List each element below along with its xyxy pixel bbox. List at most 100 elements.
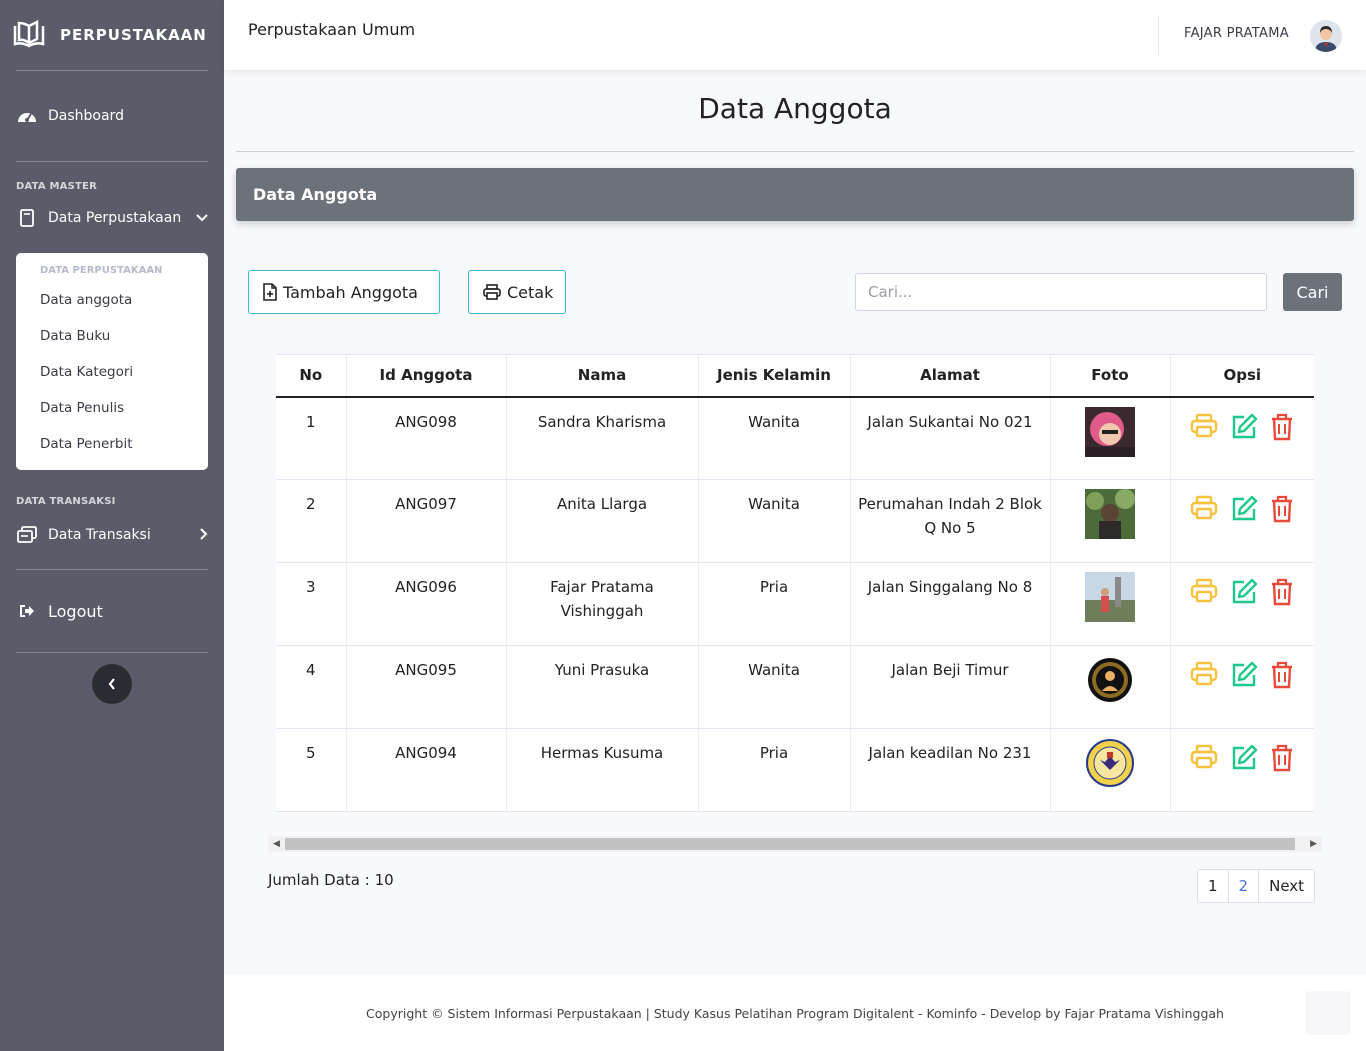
member-photo[interactable] bbox=[1085, 655, 1135, 705]
member-gender: Wanita bbox=[697, 479, 850, 563]
scroll-to-top-button[interactable] bbox=[1306, 991, 1350, 1035]
submenu-item-data-penulis[interactable]: Data Penulis bbox=[16, 390, 208, 426]
table-row: 3 ANG096 Fajar Pratama Vishinggah Pria Jalan… bbox=[276, 562, 1314, 646]
row-actions bbox=[1169, 645, 1314, 729]
add-member-button[interactable]: Tambah Anggota bbox=[248, 270, 440, 314]
member-name: Hermas Kusuma bbox=[505, 728, 698, 812]
page-2[interactable]: 2 bbox=[1227, 870, 1259, 902]
scrollbar-thumb[interactable] bbox=[285, 838, 1295, 850]
sidebar-toggle-button[interactable] bbox=[92, 664, 132, 704]
card-header: Data Anggota bbox=[236, 168, 1354, 221]
submenu-heading: DATA PERPUSTAKAAN bbox=[40, 265, 163, 276]
submenu-item-data-anggota[interactable]: Data anggota bbox=[16, 282, 208, 318]
sign-out-icon bbox=[16, 601, 38, 621]
table-row: 4 ANG095 Yuni Prasuka Wanita Jalan Beji Timu… bbox=[276, 645, 1314, 729]
print-row-button[interactable] bbox=[1190, 495, 1218, 523]
member-id: ANG095 bbox=[345, 645, 506, 729]
column-header[interactable]: Jenis Kelamin bbox=[697, 354, 850, 398]
member-photo-cell bbox=[1049, 396, 1170, 480]
sidebar-item-label: Data Perpustakaan bbox=[48, 210, 182, 226]
printer-icon bbox=[1191, 744, 1218, 769]
delete-row-button[interactable] bbox=[1270, 744, 1294, 772]
submenu-item-data-penerbit[interactable]: Data Penerbit bbox=[16, 426, 208, 462]
row-number: 2 bbox=[276, 479, 346, 563]
member-name: Fajar Pratama Vishinggah bbox=[505, 562, 698, 646]
member-photo-cell bbox=[1049, 562, 1170, 646]
sidebar-heading-master: DATA MASTER bbox=[16, 181, 97, 192]
sidebar-item-dashboard[interactable]: Dashboard bbox=[0, 71, 224, 161]
submenu-item-data-buku[interactable]: Data Buku bbox=[16, 318, 208, 354]
edit-row-button[interactable] bbox=[1230, 495, 1258, 523]
table-row: 5 ANG094 Hermas Kusuma Pria Jalan keadilan N… bbox=[276, 728, 1314, 812]
table-row: 2 ANG097 Anita Llarga Wanita Perumahan Indah… bbox=[276, 479, 1314, 563]
brand-name: PERPUSTAKAAN bbox=[60, 26, 207, 44]
member-photo[interactable] bbox=[1085, 406, 1135, 457]
member-photo-cell bbox=[1049, 479, 1170, 563]
trash-icon bbox=[1272, 495, 1293, 523]
column-header[interactable]: No bbox=[276, 354, 346, 398]
row-number: 4 bbox=[276, 645, 346, 729]
row-actions bbox=[1169, 479, 1314, 563]
row-number: 1 bbox=[276, 396, 346, 480]
member-name: Yuni Prasuka bbox=[505, 645, 698, 729]
row-number: 5 bbox=[276, 728, 346, 812]
column-header[interactable]: Nama bbox=[505, 354, 698, 398]
book-icon bbox=[16, 208, 38, 228]
print-row-button[interactable] bbox=[1190, 578, 1218, 606]
sidebar-item-label: Data Transaksi bbox=[48, 527, 151, 543]
page-title: Data Anggota bbox=[698, 92, 892, 125]
row-actions bbox=[1169, 396, 1314, 480]
sidebar-item-data-transaksi[interactable]: Data Transaksi bbox=[0, 507, 224, 563]
member-address: Jalan Sukantai No 021 bbox=[849, 396, 1050, 480]
chevron-right-icon bbox=[200, 527, 208, 543]
member-photo[interactable] bbox=[1085, 738, 1135, 788]
sidebar-item-label: Dashboard bbox=[48, 108, 124, 124]
table-row: 1 ANG098 Sandra Kharisma Wanita Jalan Sukant… bbox=[276, 396, 1314, 480]
scroll-left-arrow-icon[interactable]: ◀ bbox=[273, 839, 280, 849]
transaction-icon bbox=[16, 525, 38, 545]
horizontal-scrollbar[interactable]: ◀ ▶ bbox=[268, 836, 1322, 852]
member-gender: Wanita bbox=[697, 645, 850, 729]
brand[interactable]: PERPUSTAKAAN bbox=[0, 0, 224, 70]
column-header[interactable]: Id Anggota bbox=[345, 354, 506, 398]
edit-row-button[interactable] bbox=[1230, 413, 1258, 441]
delete-row-button[interactable] bbox=[1270, 495, 1294, 523]
member-photo-cell bbox=[1049, 728, 1170, 812]
row-actions bbox=[1169, 562, 1314, 646]
avatar[interactable] bbox=[1310, 20, 1342, 52]
sidebar-item-data-perpustakaan[interactable]: Data Perpustakaan bbox=[0, 192, 224, 244]
scroll-right-arrow-icon[interactable]: ▶ bbox=[1310, 839, 1317, 849]
page-1[interactable]: 1 bbox=[1198, 870, 1228, 902]
delete-row-button[interactable] bbox=[1270, 661, 1294, 689]
member-address: Jalan keadilan No 231 bbox=[849, 728, 1050, 812]
print-row-button[interactable] bbox=[1190, 744, 1218, 772]
search-button[interactable]: Cari bbox=[1283, 273, 1342, 311]
delete-row-button[interactable] bbox=[1270, 578, 1294, 606]
member-photo[interactable] bbox=[1085, 572, 1135, 622]
row-actions bbox=[1169, 728, 1314, 812]
printer-icon bbox=[1191, 578, 1218, 603]
delete-row-button[interactable] bbox=[1270, 413, 1294, 441]
logout-button[interactable]: Logout bbox=[0, 570, 224, 652]
edit-row-button[interactable] bbox=[1230, 744, 1258, 772]
members-table: No Id Anggota Nama Jenis Kelamin Alamat … bbox=[276, 354, 1314, 812]
topbar-title: Perpustakaan Umum bbox=[248, 20, 416, 39]
row-number: 3 bbox=[276, 562, 346, 646]
member-photo[interactable] bbox=[1085, 489, 1135, 539]
edit-row-button[interactable] bbox=[1230, 578, 1258, 606]
file-plus-icon bbox=[263, 283, 277, 301]
print-row-button[interactable] bbox=[1190, 661, 1218, 689]
sidebar-divider bbox=[16, 161, 208, 162]
printer-icon bbox=[1191, 495, 1218, 520]
next-page-button[interactable]: Next bbox=[1258, 870, 1314, 902]
edit-row-button[interactable] bbox=[1230, 661, 1258, 689]
member-gender: Pria bbox=[697, 728, 850, 812]
print-row-button[interactable] bbox=[1190, 413, 1218, 441]
print-button[interactable]: Cetak bbox=[468, 270, 566, 314]
user-name[interactable]: FAJAR PRATAMA bbox=[1184, 26, 1289, 41]
search-input[interactable] bbox=[855, 273, 1267, 311]
submenu-item-data-kategori[interactable]: Data Kategori bbox=[16, 354, 208, 390]
member-address: Jalan Singgalang No 8 bbox=[849, 562, 1050, 646]
sidebar-divider bbox=[16, 652, 208, 653]
column-header[interactable]: Alamat bbox=[849, 354, 1050, 398]
